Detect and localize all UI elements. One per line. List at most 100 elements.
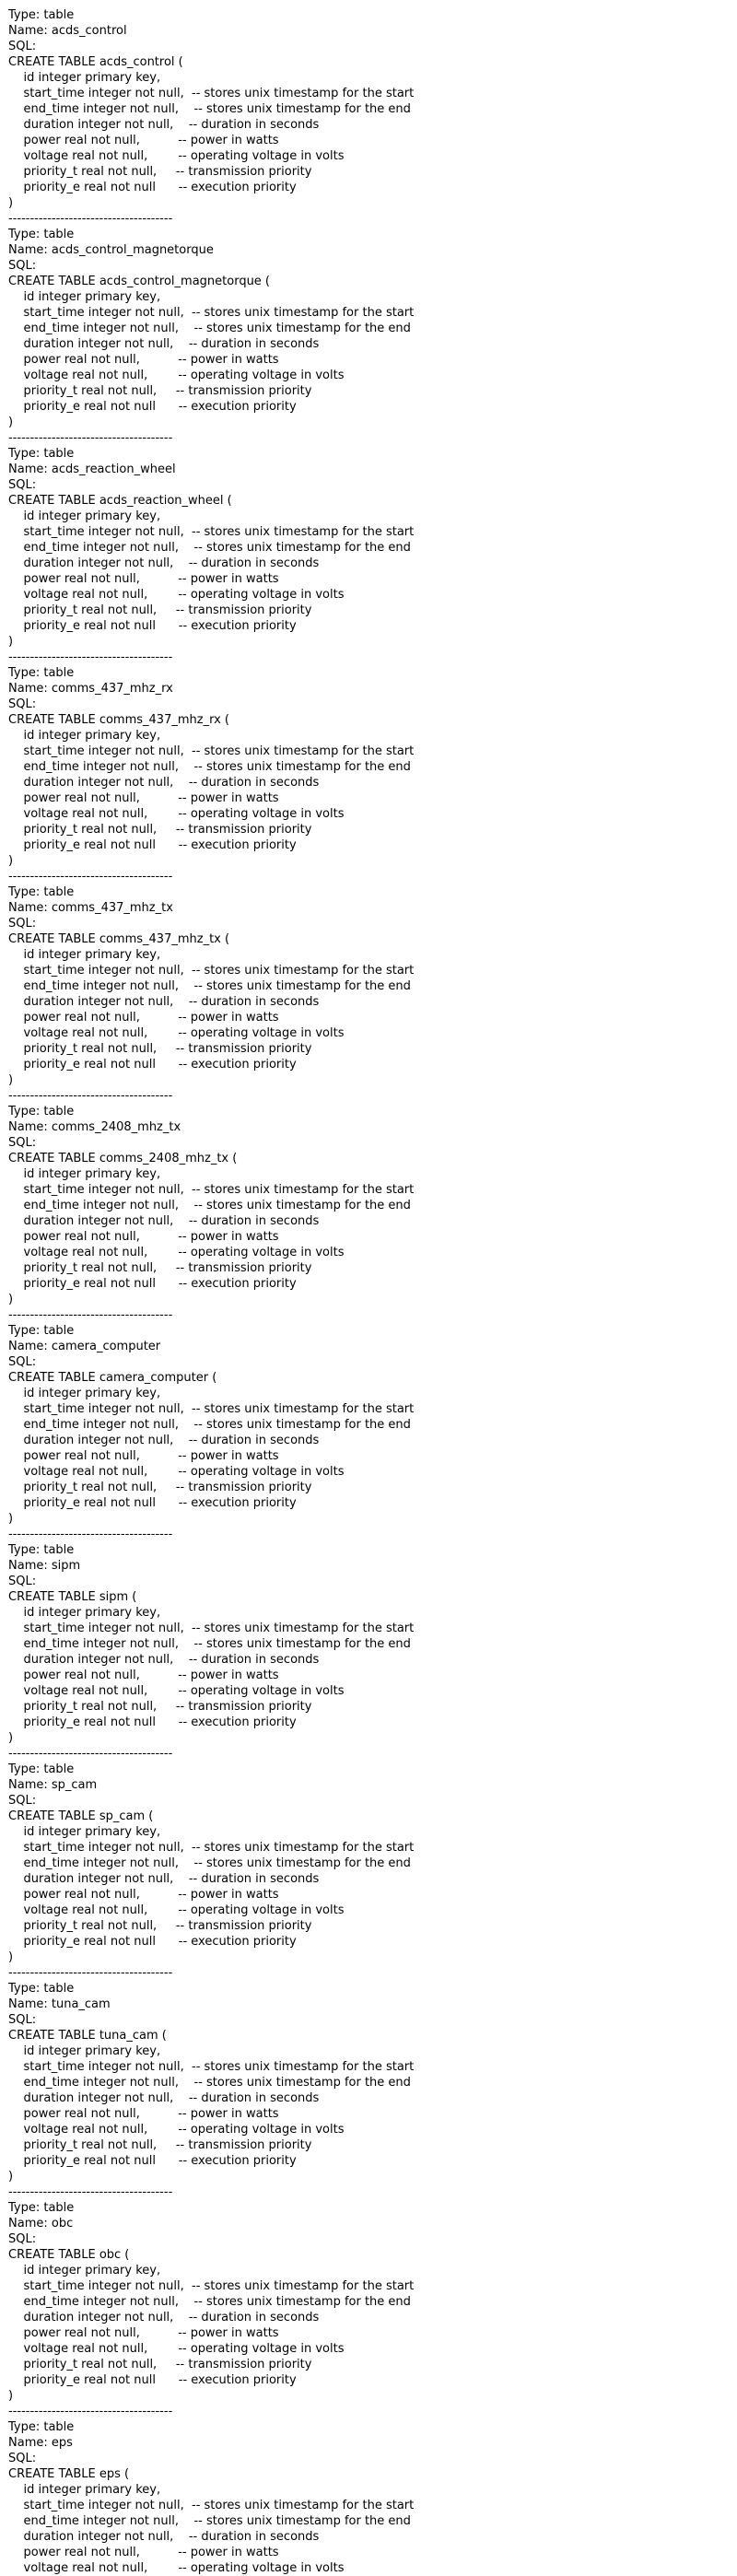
table-type-line: Type: table — [8, 885, 75, 899]
sql-label: SQL: — [8, 2013, 37, 2027]
column-definition-line: id integer primary key, — [8, 948, 161, 962]
table-type-line: Type: table — [8, 1762, 75, 1776]
column-definition-line: duration integer not null, -- duration i… — [8, 1653, 320, 1667]
table-name-line: Name: acds_control_magnetorque — [8, 243, 214, 257]
column-definition-line: id integer primary key, — [8, 729, 161, 743]
column-definition-line: end_time integer not null, -- stores uni… — [8, 1199, 411, 1212]
column-definition-line: end_time integer not null, -- stores uni… — [8, 1637, 411, 1651]
close-paren-line: ) — [8, 1731, 14, 1745]
table-type-line: Type: table — [8, 1982, 75, 1996]
create-table-line: CREATE TABLE comms_2408_mhz_tx ( — [8, 1152, 238, 1165]
column-definition-line: duration integer not null, -- duration i… — [8, 118, 320, 132]
column-definition-line: voltage real not null, -- operating volt… — [8, 2123, 345, 2137]
column-definition-line: voltage real not null, -- operating volt… — [8, 1903, 345, 1917]
column-definition-line: id integer primary key, — [8, 1606, 161, 1620]
separator-line: -------------------------------------- — [8, 1089, 173, 1103]
column-definition-line: duration integer not null, -- duration i… — [8, 995, 320, 1009]
column-definition-line: voltage real not null, -- operating volt… — [8, 369, 345, 382]
column-definition-line: start_time integer not null, -- stores u… — [8, 2060, 415, 2074]
column-definition-line: duration integer not null, -- duration i… — [8, 776, 320, 790]
column-definition-line: duration integer not null, -- duration i… — [8, 2311, 320, 2324]
close-paren-line: ) — [8, 854, 14, 868]
sql-label: SQL: — [8, 917, 37, 931]
column-definition-line: duration integer not null, -- duration i… — [8, 1214, 320, 1228]
table-type-line: Type: table — [8, 666, 75, 680]
table-type-line: Type: table — [8, 2201, 75, 2215]
column-definition-line: start_time integer not null, -- stores u… — [8, 1622, 415, 1635]
column-definition-line: power real not null, -- power in watts — [8, 1230, 279, 1244]
column-definition-line: start_time integer not null, -- stores u… — [8, 2279, 415, 2293]
separator-line: -------------------------------------- — [8, 1747, 173, 1761]
column-definition-line: voltage real not null, -- operating volt… — [8, 1465, 345, 1479]
table-type-line: Type: table — [8, 8, 75, 22]
separator-line: -------------------------------------- — [8, 870, 173, 884]
column-definition-line: priority_t real not null, -- transmissio… — [8, 165, 312, 179]
table-name-line: Name: camera_computer — [8, 1340, 161, 1353]
column-definition-line: id integer primary key, — [8, 1387, 161, 1400]
create-table-line: CREATE TABLE camera_computer ( — [8, 1371, 217, 1385]
column-definition-line: id integer primary key, — [8, 509, 161, 523]
column-definition-line: priority_t real not null, -- transmissio… — [8, 2138, 312, 2152]
column-definition-line: end_time integer not null, -- stores uni… — [8, 760, 411, 774]
create-table-line: CREATE TABLE sp_cam ( — [8, 1809, 154, 1823]
column-definition-line: priority_e real not null -- execution pr… — [8, 1935, 297, 1949]
create-table-line: CREATE TABLE comms_437_mhz_tx ( — [8, 932, 230, 946]
column-definition-line: priority_e real not null -- execution pr… — [8, 619, 297, 633]
column-definition-line: voltage real not null, -- operating volt… — [8, 149, 345, 163]
column-definition-line: voltage real not null, -- operating volt… — [8, 588, 345, 602]
column-definition-line: start_time integer not null, -- stores u… — [8, 744, 415, 758]
column-definition-line: voltage real not null, -- operating volt… — [8, 807, 345, 821]
separator-line: -------------------------------------- — [8, 431, 173, 445]
column-definition-line: priority_e real not null -- execution pr… — [8, 1058, 297, 1071]
column-definition-line: voltage real not null, -- operating volt… — [8, 2561, 345, 2575]
column-definition-line: voltage real not null, -- operating volt… — [8, 1026, 345, 1040]
create-table-line: CREATE TABLE tuna_cam ( — [8, 2029, 167, 2043]
table-name-line: Name: tuna_cam — [8, 1997, 111, 2011]
column-definition-line: end_time integer not null, -- stores uni… — [8, 1418, 411, 1432]
column-definition-line: priority_t real not null, -- transmissio… — [8, 823, 312, 837]
column-definition-line: priority_e real not null -- execution pr… — [8, 181, 297, 194]
column-definition-line: id integer primary key, — [8, 1167, 161, 1181]
column-definition-line: voltage real not null, -- operating volt… — [8, 1246, 345, 1259]
column-definition-line: power real not null, -- power in watts — [8, 1011, 279, 1025]
sql-label: SQL: — [8, 1136, 37, 1150]
create-table-line: CREATE TABLE obc ( — [8, 2248, 130, 2262]
column-definition-line: power real not null, -- power in watts — [8, 1669, 279, 1682]
table-name-line: Name: eps — [8, 2436, 73, 2450]
separator-line: -------------------------------------- — [8, 1308, 173, 1322]
column-definition-line: priority_t real not null, -- transmissio… — [8, 1261, 312, 1275]
sql-label: SQL: — [8, 697, 37, 711]
column-definition-line: priority_e real not null -- execution pr… — [8, 1496, 297, 1510]
sql-label: SQL: — [8, 40, 37, 53]
column-definition-line: priority_e real not null -- execution pr… — [8, 838, 297, 852]
column-definition-line: start_time integer not null, -- stores u… — [8, 1183, 415, 1197]
column-definition-line: priority_e real not null -- execution pr… — [8, 2154, 297, 2168]
column-definition-line: id integer primary key, — [8, 2044, 161, 2058]
create-table-line: CREATE TABLE comms_437_mhz_rx ( — [8, 713, 229, 727]
close-paren-line: ) — [8, 196, 14, 210]
sql-label: SQL: — [8, 2232, 37, 2246]
column-definition-line: id integer primary key, — [8, 71, 161, 85]
close-paren-line: ) — [8, 2170, 14, 2184]
sql-label: SQL: — [8, 1355, 37, 1369]
column-definition-line: duration integer not null, -- duration i… — [8, 2091, 320, 2105]
column-definition-line: id integer primary key, — [8, 2264, 161, 2277]
column-definition-line: voltage real not null, -- operating volt… — [8, 2342, 345, 2356]
column-definition-line: start_time integer not null, -- stores u… — [8, 2499, 415, 2512]
sql-label: SQL: — [8, 2452, 37, 2465]
table-name-line: Name: comms_2408_mhz_tx — [8, 1120, 181, 1134]
column-definition-line: priority_t real not null, -- transmissio… — [8, 1042, 312, 1056]
column-definition-line: priority_t real not null, -- transmissio… — [8, 384, 312, 398]
table-type-line: Type: table — [8, 1543, 75, 1557]
column-definition-line: priority_e real not null -- execution pr… — [8, 1715, 297, 1729]
column-definition-line: power real not null, -- power in watts — [8, 2326, 279, 2340]
table-name-line: Name: comms_437_mhz_rx — [8, 682, 173, 696]
column-definition-line: id integer primary key, — [8, 1825, 161, 1839]
column-definition-line: start_time integer not null, -- stores u… — [8, 1841, 415, 1855]
column-definition-line: duration integer not null, -- duration i… — [8, 556, 320, 570]
column-definition-line: power real not null, -- power in watts — [8, 353, 279, 367]
column-definition-line: end_time integer not null, -- stores uni… — [8, 1856, 411, 1870]
column-definition-line: start_time integer not null, -- stores u… — [8, 1402, 415, 1416]
column-definition-line: start_time integer not null, -- stores u… — [8, 525, 415, 539]
table-name-line: Name: sp_cam — [8, 1778, 98, 1792]
